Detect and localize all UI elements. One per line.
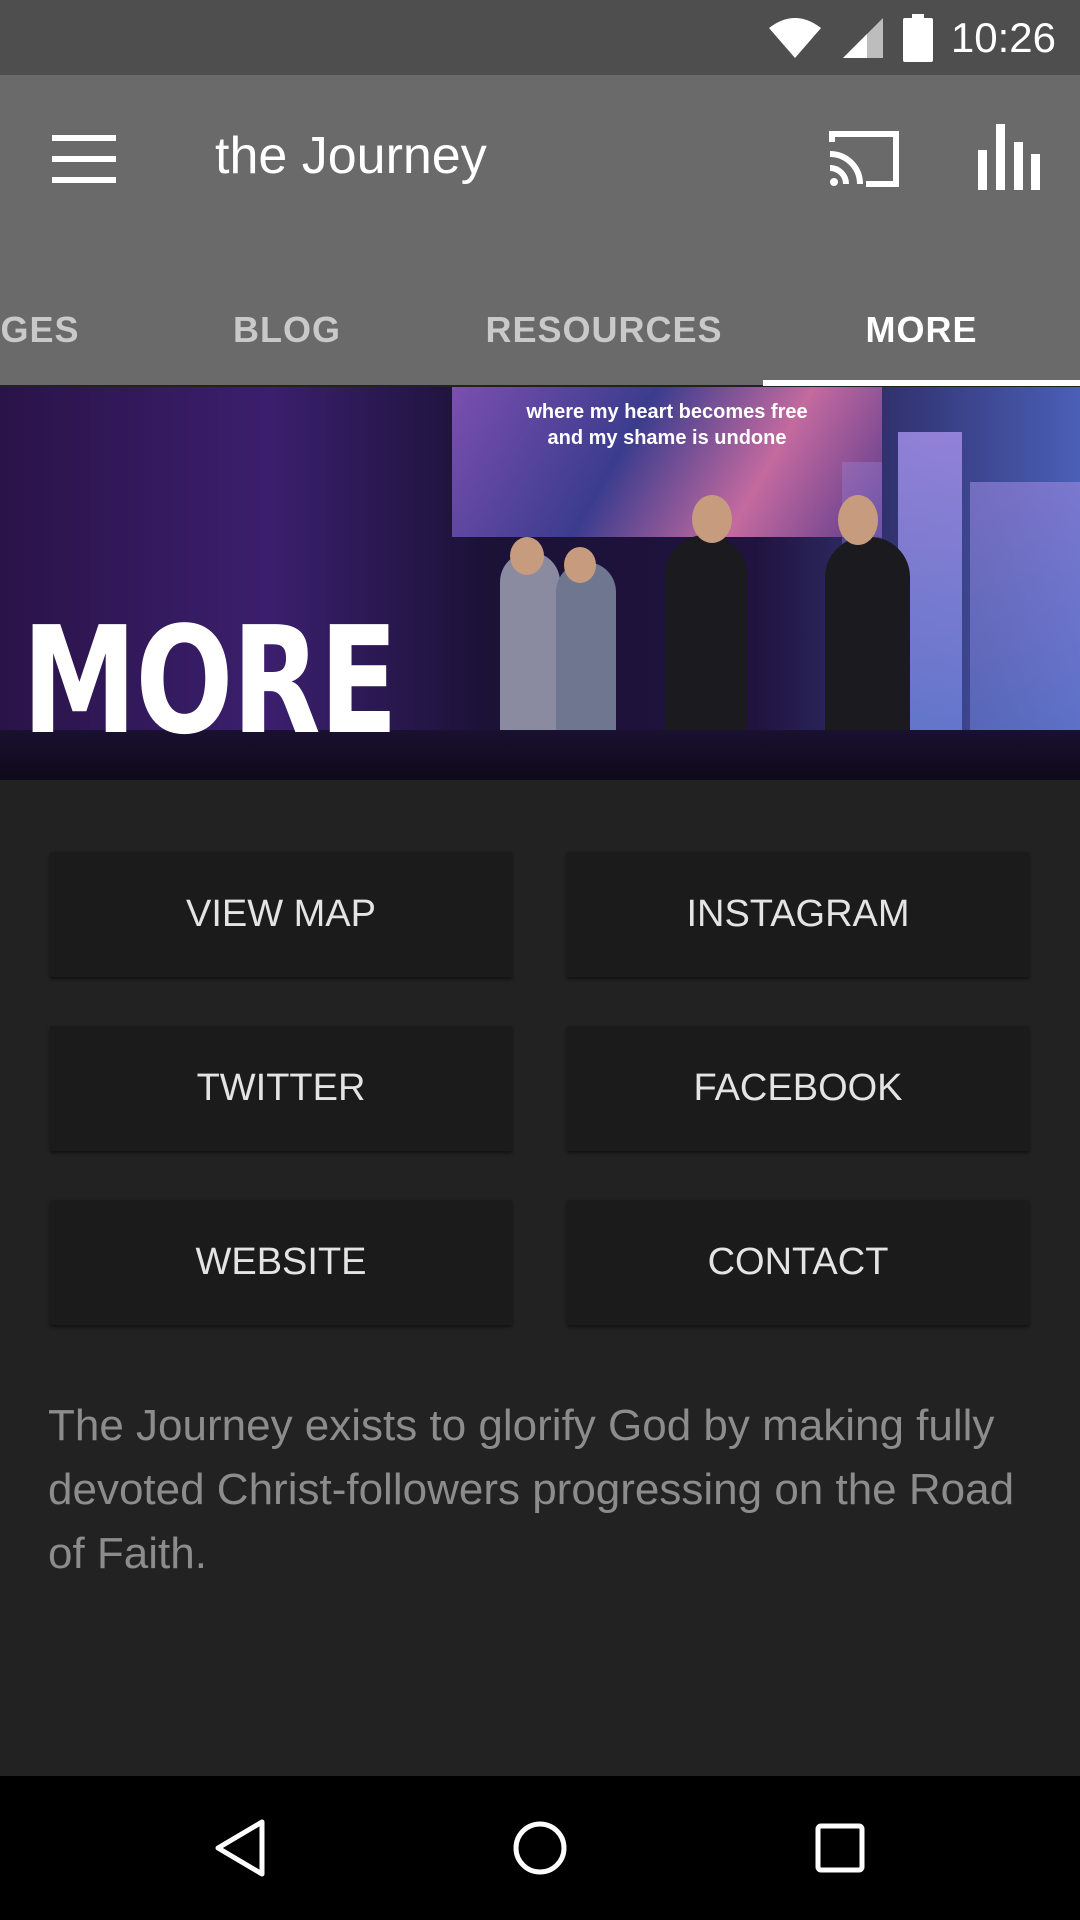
- tab-more[interactable]: MORE: [763, 275, 1080, 385]
- recents-button[interactable]: [760, 1776, 920, 1920]
- contact-button[interactable]: CONTACT: [567, 1200, 1029, 1325]
- tab-indicator: [763, 380, 1080, 386]
- status-bar: 10:26: [0, 0, 1080, 75]
- cast-icon[interactable]: [826, 128, 902, 190]
- back-button[interactable]: [160, 1776, 320, 1920]
- banner-title: MORE: [22, 595, 398, 767]
- tab-messages[interactable]: GES: [0, 275, 120, 385]
- wifi-icon: [768, 17, 821, 58]
- signal-icon: [842, 17, 883, 58]
- menu-icon[interactable]: [52, 135, 116, 183]
- singer-figure: [500, 552, 560, 757]
- mission-statement: The Journey exists to glorify God by mak…: [48, 1401, 1015, 1578]
- instagram-button[interactable]: INSTAGRAM: [567, 852, 1029, 977]
- website-button[interactable]: WEBSITE: [50, 1200, 512, 1325]
- battery-icon: [902, 13, 933, 62]
- facebook-button[interactable]: FACEBOOK: [567, 1026, 1029, 1151]
- home-button[interactable]: [460, 1776, 620, 1920]
- singer-head: [510, 537, 544, 575]
- singer-head: [564, 547, 596, 583]
- system-nav-bar: [0, 1776, 1080, 1920]
- app-title: the Journey: [215, 127, 487, 185]
- recents-icon: [815, 1823, 865, 1873]
- tab-resources[interactable]: RESOURCES: [464, 275, 744, 385]
- guitarist-head: [692, 495, 732, 543]
- twitter-button[interactable]: TWITTER: [50, 1026, 512, 1151]
- banner-image: where my heart becomes free and my shame…: [0, 387, 1080, 780]
- home-icon: [513, 1821, 567, 1875]
- tab-bar: GES BLOG RESOURCES MORE: [0, 275, 1080, 386]
- chart-icon[interactable]: [976, 124, 1040, 190]
- view-map-button[interactable]: VIEW MAP: [50, 852, 512, 977]
- lyric-line-2: and my shame is undone: [547, 427, 787, 449]
- back-icon: [215, 1819, 265, 1877]
- status-icons: 10:26: [767, 0, 1056, 75]
- tab-blog[interactable]: BLOG: [207, 275, 367, 385]
- guitarist-head: [838, 495, 878, 545]
- lyric-line-1: where my heart becomes free: [526, 401, 808, 423]
- status-time: 10:26: [950, 13, 1056, 61]
